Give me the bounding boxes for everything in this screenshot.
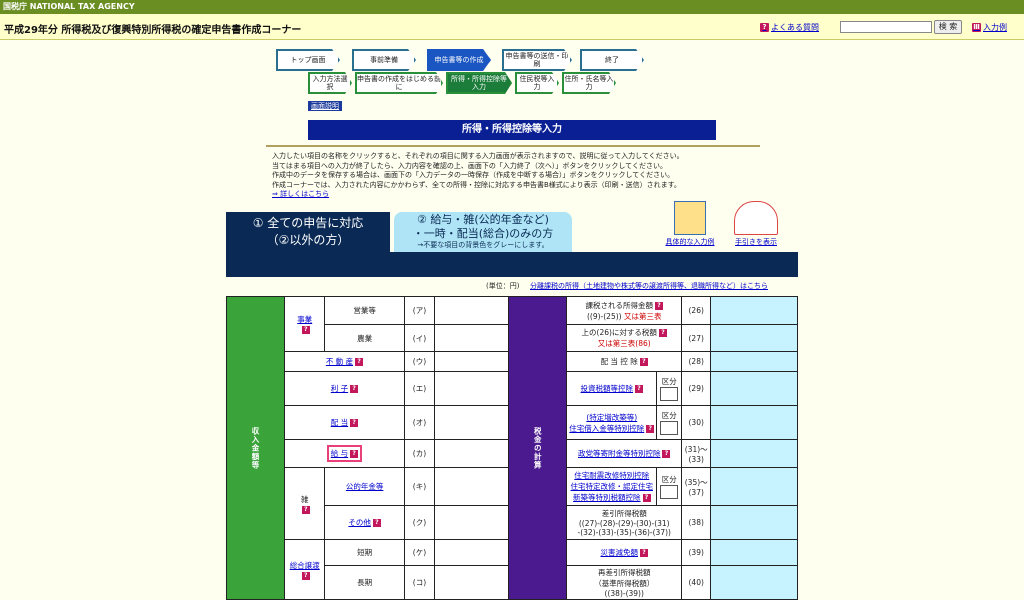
kubun-input[interactable] [660,421,679,435]
input-example-link[interactable]: Ⅲ 入力例 [972,22,1007,33]
screen-help-button[interactable]: 画面説明 [308,101,342,111]
substep-resident: 住民税等入力 [515,72,559,94]
income-band: 収入金額等 [226,296,285,600]
faq-link[interactable]: ? よくある質問 [760,22,819,33]
divider [266,145,760,147]
housing-loan-link[interactable]: (特定増改築等) 住宅借入金等特別控除 [569,413,644,433]
example-icon: Ⅲ [972,23,981,32]
details-link[interactable]: ⇒ 詳しくはこちら [272,190,329,198]
comprehensive-transfer-link[interactable]: 総合譲渡 [290,561,320,570]
step-send: 申告書等の送信・印刷 [502,49,572,71]
substep-before: 申告書の作成をはじめる前に [355,72,443,94]
amount-input[interactable] [434,351,510,372]
search-button[interactable]: 検 索 [934,20,962,34]
interest-link[interactable]: 利 子 [331,384,348,393]
help-icon[interactable]: ? [301,326,310,334]
amount-input[interactable] [434,439,510,468]
dividend-link[interactable]: 配 当 [331,418,348,427]
amount-input[interactable] [434,467,510,506]
seismic-deduction-link[interactable]: 住宅耐震改修特別控除 住宅特定改修・認定住宅 新築等特別税額控除 [571,471,654,502]
political-donation-link[interactable]: 政党等寄附金等特別控除 [578,449,661,458]
substep-income: 所得・所得控除等入力 [446,72,512,94]
section-banner: 所得・所得控除等入力 [308,120,716,140]
tax-input[interactable] [710,351,798,372]
business-link[interactable]: 事業 [297,315,312,324]
disaster-relief-link[interactable]: 災害減免額 [600,548,638,557]
tax-input[interactable] [710,371,798,406]
agency-bar: 国税庁 NATIONAL TAX AGENCY [0,0,1024,14]
book-icon [734,201,778,235]
amount-input[interactable] [434,296,510,325]
tax-input[interactable] [710,565,798,600]
kubun-input[interactable] [660,485,679,499]
page-title: 平成29年分 所得税及び復興特別所得税の確定申告書作成コーナー [4,25,302,36]
guide-button[interactable]: 手引きを表示 [728,201,784,247]
tax-input[interactable] [710,324,798,352]
example-button[interactable]: 具体的な入力例 [662,201,718,247]
search-input[interactable] [840,21,932,33]
substep-method: 入力方法選択 [308,72,352,94]
separate-tax-link[interactable]: 分離課税の所得（土地建物や株式等の譲渡所得等、退職所得など）はこちら [530,281,768,291]
substep-address: 住所・氏名等入力 [562,72,616,94]
tax-input[interactable] [710,439,798,468]
step-top: トップ画面 [276,49,340,71]
intro-text: 入力したい項目の名称をクリックすると、それぞれの項目に関する入力画面が表示されま… [272,152,684,198]
tab-salary-only[interactable]: ② 給与・雑(公的年金など) ・一時・配当(総合)のみの方 →不要な項目の背景色をグ… [394,212,572,252]
amount-input[interactable] [434,505,510,540]
tab-all[interactable]: ① 全ての申告に対応 （②以外の方） [226,212,390,252]
investment-deduction-link[interactable]: 投資税額等控除 [581,384,634,393]
tax-band: 税金の計算 [508,296,568,600]
amount-input[interactable] [434,565,510,600]
tax-input[interactable] [710,405,798,440]
tax-input[interactable] [710,467,798,506]
step-end: 終了 [580,49,644,71]
unit-label: (単位：円) [486,282,520,290]
amount-input[interactable] [434,405,510,440]
salary-link[interactable]: 給 与 [331,449,348,458]
income-table: 収入金額等 事業? 営業等 (ア) 税金の計算 課税される所得金額? ((9)-(… [226,296,798,600]
other-misc-link[interactable]: その他 [348,518,371,527]
pension-link[interactable]: 公的年金等 [346,482,384,491]
example-icon [674,201,706,235]
tab-underline [226,252,798,277]
header: 平成29年分 所得税及び復興特別所得税の確定申告書作成コーナー ? よくある質問 … [0,14,1024,40]
amount-input[interactable] [434,371,510,406]
step-prep: 事前準備 [352,49,416,71]
salary-highlight[interactable]: 給 与? [326,445,363,462]
amount-input[interactable] [434,324,510,352]
amount-input[interactable] [434,539,510,566]
help-icon: ? [760,23,769,32]
kubun-input[interactable] [660,387,679,401]
real-estate-link[interactable]: 不 動 産 [326,357,353,366]
tax-input[interactable] [710,296,798,325]
tax-input[interactable] [710,539,798,566]
tax-input[interactable] [710,505,798,540]
step-create: 申告書等の作成 [427,49,491,71]
